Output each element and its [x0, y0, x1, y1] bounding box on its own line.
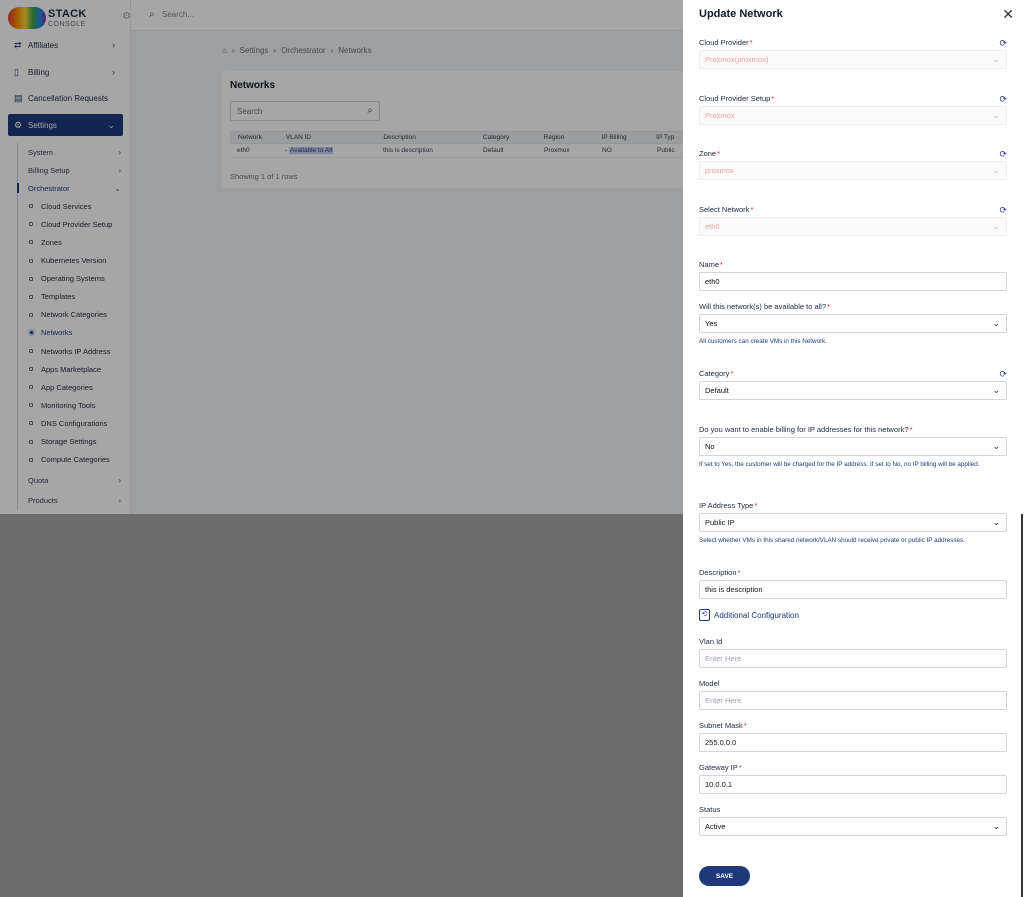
subnet-mask-input[interactable]: 255.0.0.0 [699, 733, 1007, 752]
field-help: If set to Yes, the customer will be char… [699, 461, 980, 468]
save-button[interactable]: SAVE [699, 866, 750, 886]
field-label: Do you want to enable billing for IP add… [699, 425, 913, 434]
field-help: Select whether VMs in this shared networ… [699, 537, 965, 544]
field-label: Cloud Provider* [699, 38, 753, 47]
field-label: Gateway IP* [699, 763, 742, 772]
description-input[interactable]: this is description [699, 580, 1007, 599]
chevron-down-icon: ⌄ [992, 221, 1000, 231]
chevron-down-icon: ⌄ [992, 54, 1000, 64]
chevron-down-icon: ⌄ [992, 318, 1000, 328]
field-label: Name* [699, 260, 723, 269]
refresh-icon[interactable]: ⟳ [999, 369, 1007, 380]
gateway-ip-input[interactable]: 10.0.0.1 [699, 775, 1007, 794]
modal-overlay[interactable] [0, 0, 683, 897]
additional-configuration-link[interactable]: ⟲ Additional Configuration [699, 609, 799, 621]
description-field: Description* this is description [699, 568, 1007, 599]
ip-address-type-select[interactable]: Public IP ⌄ [699, 513, 1007, 532]
drawer-title: Update Network [699, 8, 783, 20]
field-label: Cloud Provider Setup* [699, 94, 775, 103]
field-label: Subnet Mask* [699, 721, 747, 730]
additional-configuration-label: Additional Configuration [714, 610, 799, 620]
refresh-icon[interactable]: ⟳ [999, 38, 1007, 49]
select-network-select[interactable]: eth0 ⌄ [699, 217, 1007, 236]
ip-address-type-field: IP Address Type* Public IP ⌄ Select wheth… [699, 501, 1007, 546]
ip-billing-select[interactable]: No ⌄ [699, 437, 1007, 456]
field-label: Description* [699, 568, 741, 577]
select-network-field: Select Network* ⟳ eth0 ⌄ [699, 205, 1007, 236]
scrollbar[interactable] [1021, 514, 1023, 897]
available-to-all-field: Will this network(s) be available to all… [699, 302, 1007, 347]
chevron-down-icon: ⌄ [992, 110, 1000, 120]
cloud-provider-setup-field: Cloud Provider Setup* ⟳ Proxmox ⌄ [699, 94, 1007, 125]
cloud-provider-setup-select[interactable]: Proxmox ⌄ [699, 106, 1007, 125]
chevron-down-icon: ⌄ [992, 385, 1000, 395]
zone-field: Zone* ⟳ proxmox ⌄ [699, 149, 1007, 180]
refresh-icon[interactable]: ⟳ [999, 205, 1007, 216]
lock-icon: ⟲ [699, 609, 710, 621]
refresh-icon[interactable]: ⟳ [999, 149, 1007, 160]
available-to-all-select[interactable]: Yes ⌄ [699, 314, 1007, 333]
chevron-down-icon: ⌄ [992, 821, 1000, 831]
category-select[interactable]: Default ⌄ [699, 381, 1007, 400]
model-field: Model Enter Here [699, 679, 1007, 710]
cloud-provider-select[interactable]: Proxmox(proxmox) ⌄ [699, 50, 1007, 69]
vlan-id-field: Vlan Id Enter Here [699, 637, 1007, 668]
refresh-icon[interactable]: ⟳ [999, 94, 1007, 105]
field-label: Category* [699, 369, 734, 378]
field-label: Status [699, 805, 721, 814]
update-network-drawer: Update Network ✕ Cloud Provider* ⟳ Proxm… [683, 0, 1024, 897]
close-icon[interactable]: ✕ [1002, 6, 1014, 23]
cloud-provider-field: Cloud Provider* ⟳ Proxmox(proxmox) ⌄ [699, 38, 1007, 69]
field-label: Select Network* [699, 205, 754, 214]
chevron-down-icon: ⌄ [992, 165, 1000, 175]
field-help: All customers can create VMs in this Net… [699, 338, 828, 345]
chevron-down-icon: ⌄ [992, 517, 1000, 527]
field-label: Zone* [699, 149, 721, 158]
status-field: Status Active ⌄ [699, 805, 1007, 836]
name-field: Name* eth0 [699, 260, 1007, 291]
vlan-id-input[interactable]: Enter Here [699, 649, 1007, 668]
gateway-ip-field: Gateway IP* 10.0.0.1 [699, 763, 1007, 794]
field-label: Will this network(s) be available to all… [699, 302, 831, 311]
field-label: Vlan Id [699, 637, 723, 646]
name-input[interactable]: eth0 [699, 272, 1007, 291]
category-field: Category* ⟳ Default ⌄ [699, 369, 1007, 400]
subnet-mask-field: Subnet Mask* 255.0.0.0 [699, 721, 1007, 752]
zone-select[interactable]: proxmox ⌄ [699, 161, 1007, 180]
model-input[interactable]: Enter Here [699, 691, 1007, 710]
field-label: Model [699, 679, 720, 688]
status-select[interactable]: Active ⌄ [699, 817, 1007, 836]
chevron-down-icon: ⌄ [992, 441, 1000, 451]
ip-billing-field: Do you want to enable billing for IP add… [699, 425, 1007, 470]
field-label: IP Address Type* [699, 501, 758, 510]
